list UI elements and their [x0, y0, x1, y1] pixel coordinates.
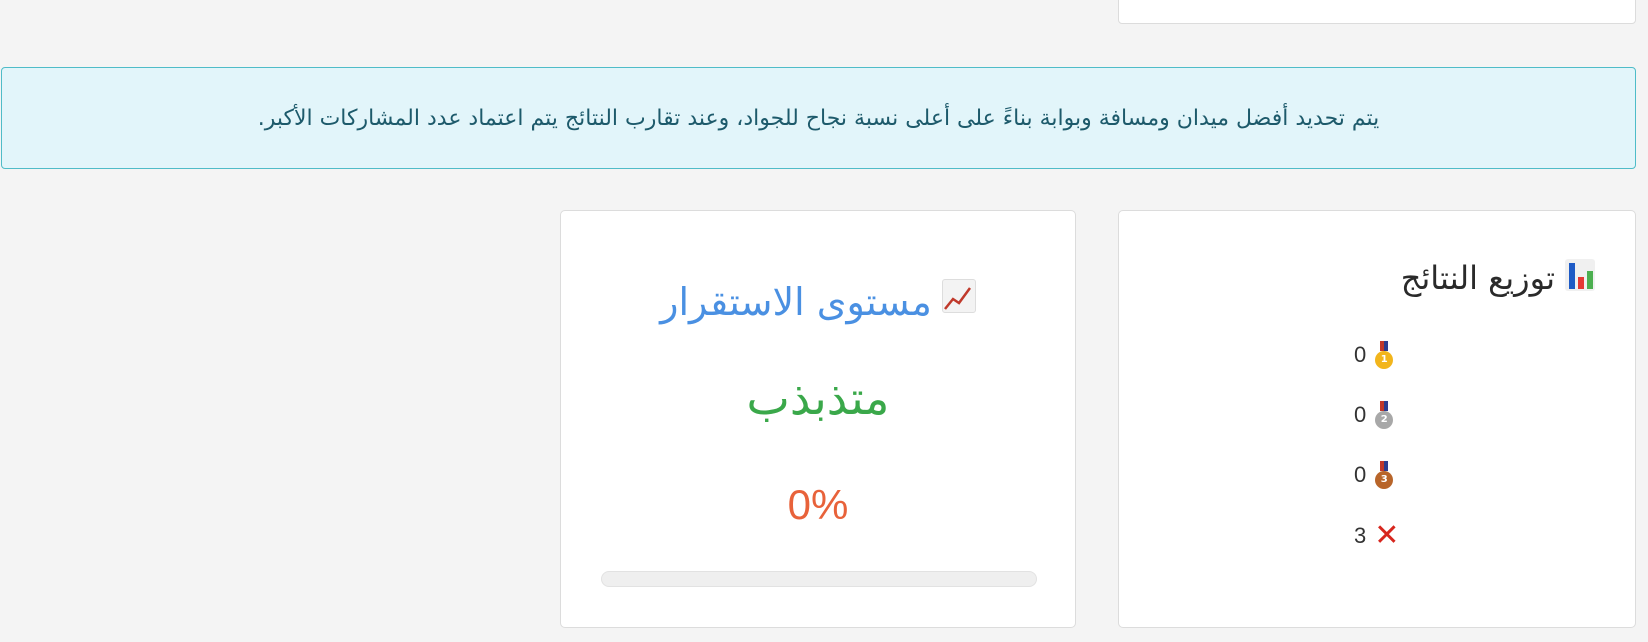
- stability-percent: 0%: [787, 481, 849, 528]
- gold-count: 0: [1354, 342, 1367, 367]
- chart-increasing-icon: [941, 279, 976, 324]
- silver-medal-icon: 2: [1374, 401, 1394, 429]
- result-row-silver: 2 0: [1354, 401, 1394, 429]
- cross-mark-icon: ✕: [1374, 518, 1400, 553]
- results-title: توزيع النتائج: [1401, 259, 1595, 297]
- bar-chart-icon: [1565, 259, 1595, 297]
- gold-medal-icon: 1: [1374, 341, 1394, 369]
- info-alert: يتم تحديد أفضل ميدان ومسافة وبوابة بناءً…: [1, 67, 1636, 169]
- previous-card: [1118, 0, 1636, 24]
- result-row-gold: 1 0: [1354, 341, 1394, 369]
- result-row-failed: ✕ 3: [1354, 521, 1399, 551]
- result-row-bronze: 3 0: [1354, 461, 1394, 489]
- stability-progress-bar: [601, 571, 1037, 587]
- stability-title: مستوى الاستقرار: [561, 279, 1075, 324]
- results-card: توزيع النتائج 1 0 2 0 3 0 ✕ 3: [1118, 210, 1636, 628]
- stability-status: متذبذب: [746, 371, 890, 425]
- bronze-medal-icon: 3: [1374, 461, 1394, 489]
- failed-count: 3: [1354, 523, 1367, 548]
- stability-card: مستوى الاستقرار متذبذب 0%: [560, 210, 1076, 628]
- results-title-text: توزيع النتائج: [1400, 259, 1555, 297]
- silver-count: 0: [1354, 402, 1367, 427]
- bronze-count: 0: [1354, 462, 1367, 487]
- info-alert-text: يتم تحديد أفضل ميدان ومسافة وبوابة بناءً…: [257, 105, 1380, 131]
- stability-title-text: مستوى الاستقرار: [660, 279, 932, 324]
